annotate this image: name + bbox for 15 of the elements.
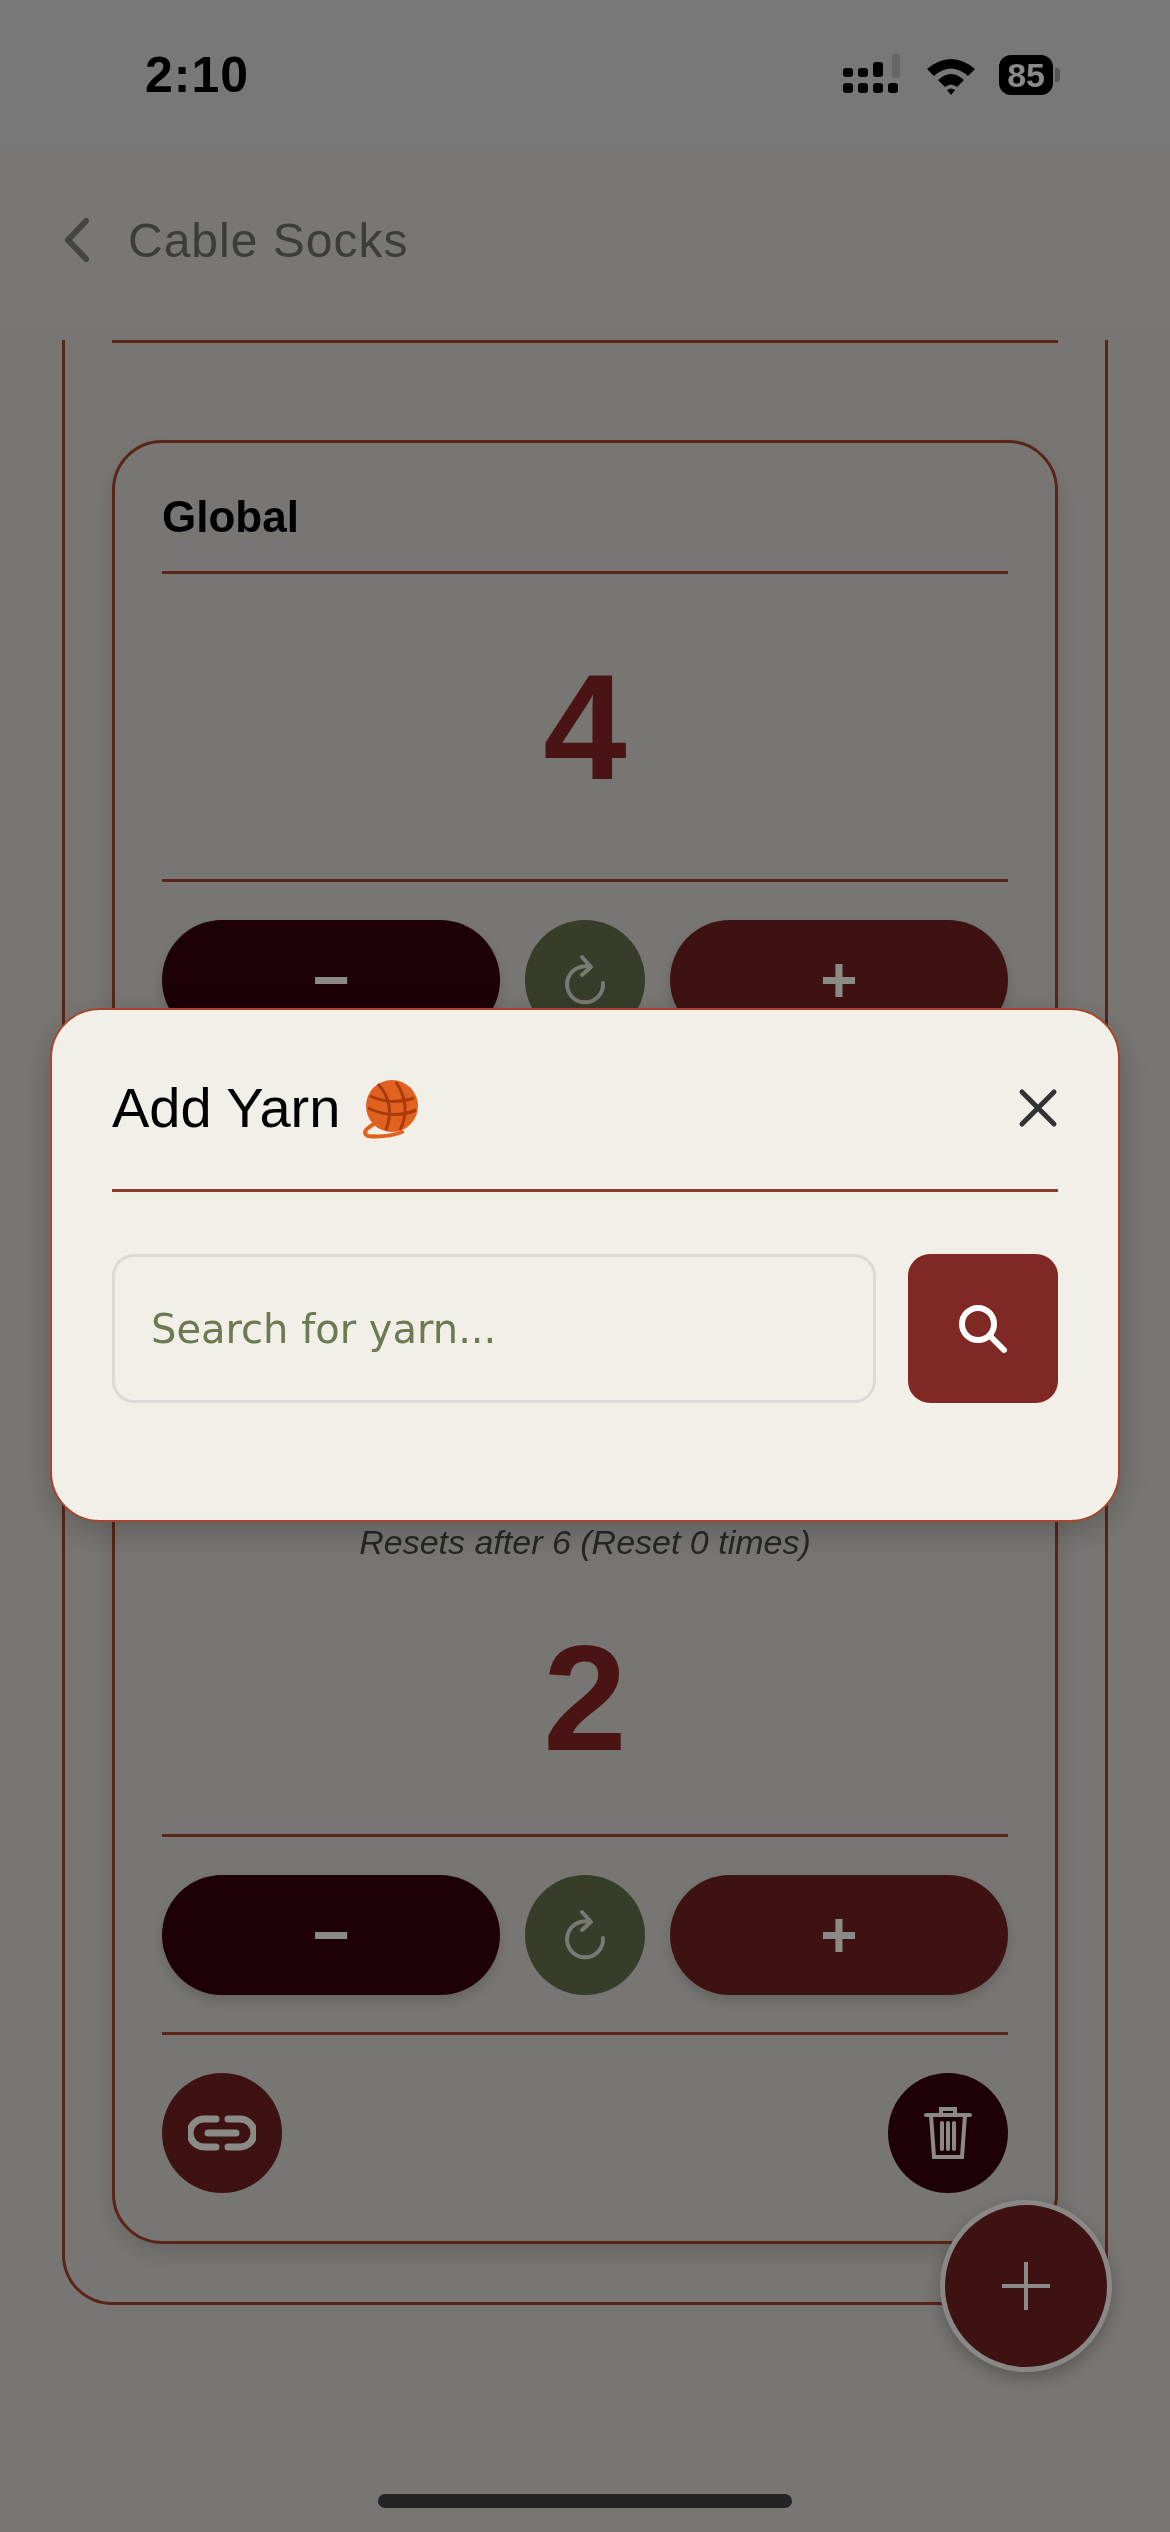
counter-title: Global bbox=[162, 491, 300, 543]
counter-value: 2 bbox=[543, 1623, 627, 1773]
dialog-title: Add Yarn bbox=[112, 1075, 341, 1140]
decrement-button[interactable]: − bbox=[162, 1875, 500, 1995]
reset-note: Resets after 6 (Reset 0 times) bbox=[358, 1522, 812, 1562]
page-title: Cable Socks bbox=[128, 212, 409, 268]
status-time: 2:10 bbox=[145, 46, 250, 104]
close-button[interactable] bbox=[1018, 1087, 1058, 1128]
search-button[interactable] bbox=[908, 1254, 1058, 1403]
search-field[interactable]: Search for yarn... bbox=[112, 1254, 876, 1403]
increment-button[interactable]: + bbox=[670, 1875, 1008, 1995]
trash-icon bbox=[924, 2105, 972, 2161]
plus-icon bbox=[1000, 2260, 1052, 2312]
link-icon bbox=[188, 2115, 256, 2151]
counter-value: 4 bbox=[543, 651, 627, 802]
